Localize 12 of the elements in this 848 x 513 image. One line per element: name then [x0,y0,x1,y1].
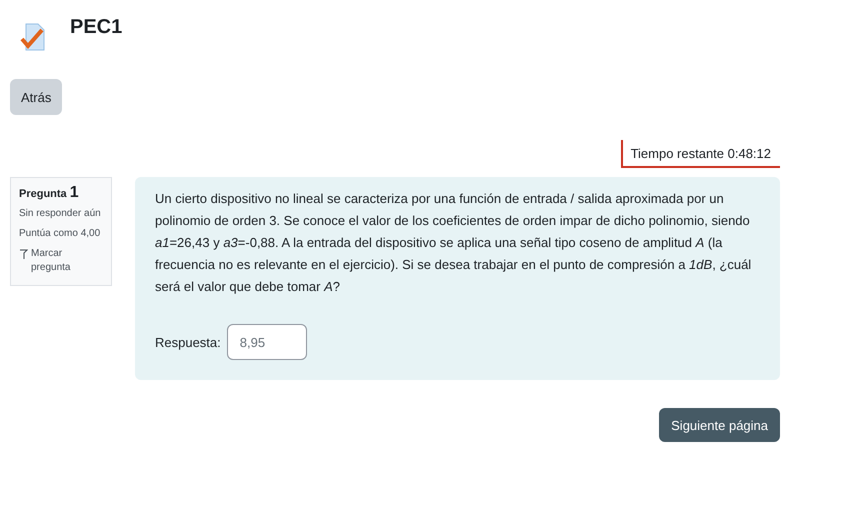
question-number: Pregunta 1 [19,186,80,201]
question-status: Sin responder aún [19,207,102,221]
flag-icon[interactable] [19,249,28,259]
answer-field[interactable]: 8,95 [226,324,307,360]
question-grade: Puntúa como 4,00 [19,227,102,241]
answer-label: Respuesta: [155,334,221,350]
flag-question-link[interactable]: Marcar pregunta [31,247,103,275]
timer: Tiempo restante 0:48:12 [620,140,780,168]
question-text: Un cierto dispositivo no lineal se caracteriza por una función de entrada / salida aproximada por un polinomio de orden 3. Se conoce el valor de los coeficientes de orden impar de dicho polinomio, siendo a1=26,43 y a3=-0,88. A la entrada del dispositivo se aplica una señal tipo coseno de amplitud A (la frecuencia no es relevante en el ejercicio). Si se desea trabajar en el punto de compresión a 1dB, ¿cuál será el valor que debe tomar A? [155,190,752,296]
next-page-button[interactable]: Siguiente página [659,408,780,442]
page-title: PEC1 [70,16,122,39]
back-button[interactable]: Atrás [10,79,62,115]
